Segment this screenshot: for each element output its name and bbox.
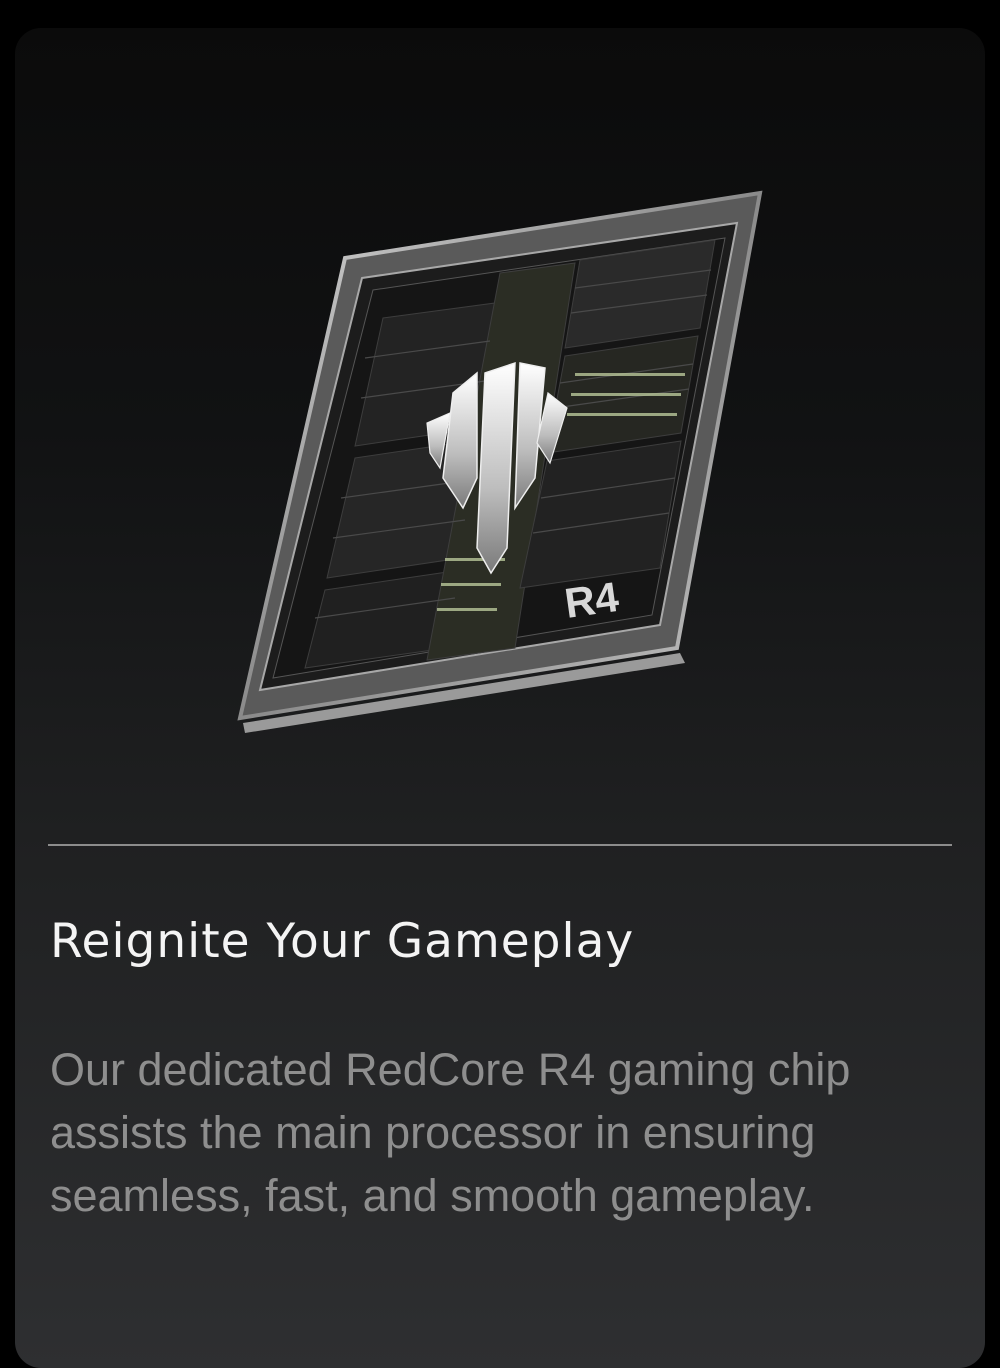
divider [48,844,952,846]
feature-card: R4 Reignite Your Gameplay Our dedicated … [15,28,985,1368]
feature-description: Our dedicated RedCore R4 gaming chip ass… [50,1038,970,1227]
description-line: assists the main processor in ensuring [50,1107,816,1158]
chip-image: R4 [215,178,795,748]
chip-badge: R4 [562,573,622,627]
chip-illustration: R4 [237,190,763,733]
description-line: Our dedicated RedCore R4 gaming chip [50,1044,851,1095]
description-line: seamless, fast, and smooth gameplay. [50,1170,815,1221]
feature-title: Reignite Your Gameplay [50,914,635,969]
